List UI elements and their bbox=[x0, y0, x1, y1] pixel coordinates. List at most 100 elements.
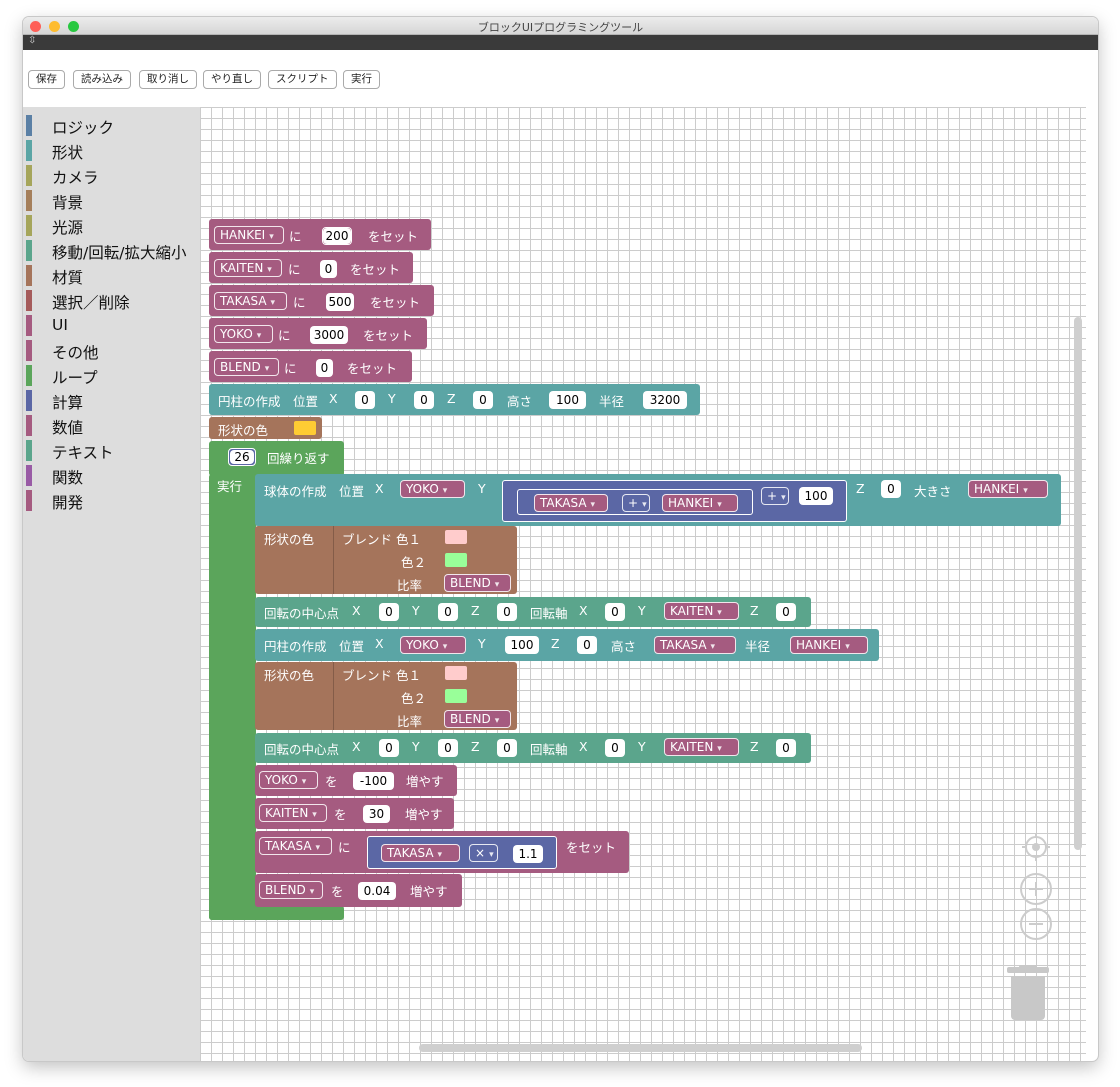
set-variable-block[interactable]: HANKEI に 200 をセット bbox=[209, 219, 431, 250]
color-swatch-green[interactable] bbox=[445, 689, 467, 703]
color-swatch-green[interactable] bbox=[445, 553, 467, 567]
number-field[interactable]: 100 bbox=[549, 391, 586, 409]
number-field[interactable]: 0 bbox=[438, 603, 458, 621]
set-variable-block[interactable]: YOKO に 3000 をセット bbox=[209, 318, 427, 349]
number-field[interactable]: 100 bbox=[505, 636, 539, 654]
shape-color-blend-block[interactable]: 形状の色 ブレンド 色１ 色２ 比率 BLEND bbox=[255, 526, 517, 594]
operator-dropdown[interactable]: + bbox=[622, 494, 650, 512]
variable-dropdown[interactable]: YOKO bbox=[400, 480, 465, 498]
variable-dropdown[interactable]: BLEND bbox=[259, 881, 323, 899]
variable-dropdown[interactable]: YOKO bbox=[259, 771, 318, 789]
number-field[interactable]: 0.04 bbox=[358, 882, 396, 900]
variable-dropdown[interactable]: HANKEI bbox=[662, 494, 738, 512]
number-field[interactable]: 0 bbox=[414, 391, 434, 409]
number-field[interactable]: 3200 bbox=[643, 391, 687, 409]
block-workspace[interactable]: HANKEI に 200 をセット KAITEN に 0 をセット TAKASA… bbox=[200, 107, 1086, 1061]
variable-dropdown[interactable]: TAKASA bbox=[654, 636, 736, 654]
set-variable-block[interactable]: KAITEN に 0 をセット bbox=[209, 252, 413, 283]
color-swatch-pink[interactable] bbox=[445, 530, 467, 544]
category-material[interactable]: 材質 bbox=[23, 265, 200, 287]
repeat-loop-block[interactable]: 26 回繰り返す bbox=[209, 441, 344, 476]
number-field[interactable]: 26 bbox=[230, 450, 254, 464]
number-field[interactable]: 0 bbox=[776, 739, 796, 757]
category-text[interactable]: テキスト bbox=[23, 440, 200, 462]
category-background[interactable]: 背景 bbox=[23, 190, 200, 212]
number-field[interactable]: 0 bbox=[497, 603, 517, 621]
category-dev[interactable]: 開発 bbox=[23, 490, 200, 512]
number-field[interactable]: 0 bbox=[605, 739, 625, 757]
category-transform[interactable]: 移動/回転/拡大縮小 bbox=[23, 240, 200, 262]
variable-dropdown[interactable]: YOKO bbox=[214, 325, 273, 343]
variable-dropdown[interactable]: KAITEN bbox=[664, 602, 739, 620]
category-number[interactable]: 数値 bbox=[23, 415, 200, 437]
load-button[interactable]: 読み込み bbox=[73, 70, 131, 89]
number-field[interactable]: 0 bbox=[355, 391, 375, 409]
number-field[interactable]: 0 bbox=[497, 739, 517, 757]
category-ui[interactable]: UI bbox=[23, 315, 200, 337]
undo-button[interactable]: 取り消し bbox=[139, 70, 197, 89]
zoom-in-button[interactable] bbox=[1020, 873, 1052, 905]
category-other[interactable]: その他 bbox=[23, 340, 200, 362]
number-field[interactable]: 0 bbox=[379, 603, 399, 621]
script-button[interactable]: スクリプト bbox=[268, 70, 337, 89]
variable-dropdown[interactable]: HANKEI bbox=[790, 636, 868, 654]
number-field[interactable]: 0 bbox=[776, 603, 796, 621]
updown-icon[interactable]: ⇳ bbox=[28, 35, 36, 46]
operator-dropdown[interactable]: + bbox=[761, 487, 789, 505]
variable-dropdown[interactable]: BLEND bbox=[444, 574, 511, 592]
number-field[interactable]: 200 bbox=[323, 228, 351, 244]
cylinder-create-block[interactable]: 円柱の作成 位置 X YOKO Y 100 Z 0 高さ TAKASA 半径 H… bbox=[255, 629, 879, 661]
category-camera[interactable]: カメラ bbox=[23, 165, 200, 187]
color-swatch-pink[interactable] bbox=[445, 666, 467, 680]
variable-dropdown[interactable]: TAKASA bbox=[534, 494, 608, 512]
variable-dropdown[interactable]: KAITEN bbox=[259, 804, 327, 822]
number-field[interactable]: 0 bbox=[316, 359, 333, 377]
variable-dropdown[interactable]: KAITEN bbox=[664, 738, 739, 756]
math-multiply-block[interactable]: TAKASA × 1.1 bbox=[367, 836, 557, 869]
rotation-center-block[interactable]: 回転の中心点 X 0 Y 0 Z 0 回転軸 X 0 Y KAITEN Z 0 bbox=[255, 597, 811, 627]
variable-dropdown[interactable]: YOKO bbox=[400, 636, 466, 654]
set-variable-block[interactable]: TAKASA に 500 をセット bbox=[209, 285, 434, 316]
trash-can-icon[interactable] bbox=[1007, 965, 1049, 1023]
set-variable-block[interactable]: BLEND に 0 をセット bbox=[209, 351, 412, 382]
variable-dropdown[interactable]: HANKEI bbox=[968, 480, 1048, 498]
number-field[interactable]: 500 bbox=[326, 293, 354, 311]
category-select-delete[interactable]: 選択／削除 bbox=[23, 290, 200, 312]
redo-button[interactable]: やり直し bbox=[203, 70, 261, 89]
rotation-center-block[interactable]: 回転の中心点 X 0 Y 0 Z 0 回転軸 X 0 Y KAITEN Z 0 bbox=[255, 733, 811, 763]
number-field[interactable]: 0 bbox=[438, 739, 458, 757]
category-logic[interactable]: ロジック bbox=[23, 115, 200, 137]
shape-color-blend-block[interactable]: 形状の色 ブレンド 色１ 色２ 比率 BLEND bbox=[255, 662, 517, 730]
horizontal-scrollbar[interactable] bbox=[419, 1044, 862, 1052]
cylinder-create-block[interactable]: 円柱の作成 位置 X 0 Y 0 Z 0 高さ 100 半径 3200 bbox=[209, 384, 700, 415]
number-field[interactable]: 0 bbox=[577, 636, 597, 654]
number-field[interactable]: 0 bbox=[379, 739, 399, 757]
variable-dropdown[interactable]: TAKASA bbox=[259, 837, 332, 855]
shape-color-block[interactable]: 形状の色 bbox=[209, 417, 322, 439]
number-field[interactable]: 3000 bbox=[310, 326, 348, 344]
number-field[interactable]: 100 bbox=[799, 487, 833, 505]
run-button[interactable]: 実行 bbox=[343, 70, 380, 89]
math-add-block[interactable]: TAKASA + HANKEI bbox=[517, 489, 753, 515]
variable-dropdown[interactable]: TAKASA bbox=[381, 844, 460, 862]
increment-block[interactable]: YOKO を -100 増やす bbox=[255, 765, 457, 796]
vertical-scrollbar[interactable] bbox=[1074, 317, 1082, 850]
variable-dropdown[interactable]: TAKASA bbox=[214, 292, 287, 310]
increment-block[interactable]: KAITEN を 30 増やす bbox=[255, 798, 454, 829]
save-button[interactable]: 保存 bbox=[28, 70, 65, 89]
number-field[interactable]: 0 bbox=[320, 260, 337, 278]
number-field[interactable]: 1.1 bbox=[513, 845, 543, 863]
math-add-block[interactable]: TAKASA + HANKEI + 100 bbox=[502, 480, 847, 522]
category-loop[interactable]: ループ bbox=[23, 365, 200, 387]
number-field[interactable]: 0 bbox=[473, 391, 493, 409]
number-field[interactable]: -100 bbox=[353, 772, 394, 790]
category-function[interactable]: 関数 bbox=[23, 465, 200, 487]
variable-dropdown[interactable]: HANKEI bbox=[214, 226, 284, 244]
variable-dropdown[interactable]: BLEND bbox=[444, 710, 511, 728]
variable-dropdown[interactable]: KAITEN bbox=[214, 259, 282, 277]
color-swatch-yellow[interactable] bbox=[294, 421, 316, 435]
variable-dropdown[interactable]: BLEND bbox=[214, 358, 279, 376]
zoom-out-button[interactable] bbox=[1020, 908, 1052, 940]
sphere-create-block[interactable]: 球体の作成 位置 X YOKO Y TAKASA + HANKEI + 100 … bbox=[255, 474, 1061, 526]
category-light[interactable]: 光源 bbox=[23, 215, 200, 237]
